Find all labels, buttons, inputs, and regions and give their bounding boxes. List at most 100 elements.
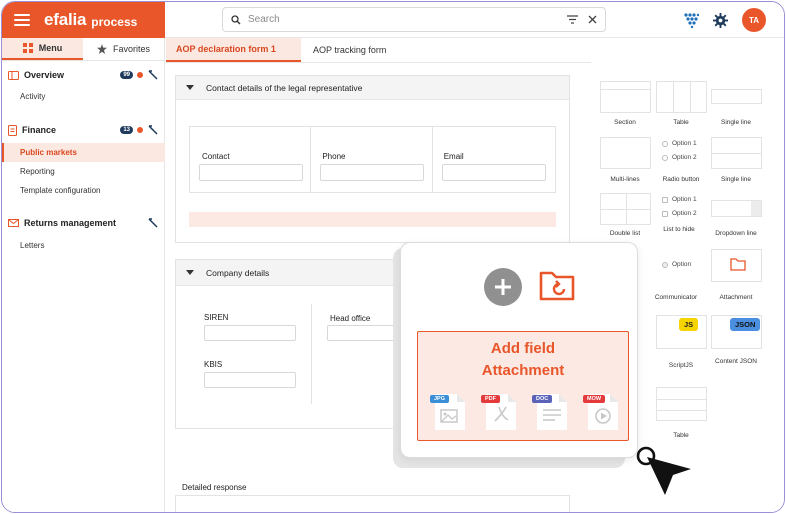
contact-fields-row: Contact Phone Email bbox=[189, 126, 556, 193]
count-badge: 13 bbox=[120, 126, 133, 134]
palette-content-json[interactable]: JSON bbox=[711, 315, 762, 349]
palette-attachment[interactable] bbox=[711, 249, 762, 282]
collapse-icon[interactable] bbox=[186, 85, 194, 90]
star-icon bbox=[96, 44, 107, 54]
brand-name: efalia bbox=[44, 10, 87, 29]
field-contact: Contact bbox=[190, 127, 312, 192]
field-label: KBIS bbox=[204, 360, 223, 369]
js-chip: JS bbox=[679, 318, 699, 331]
palette-label: Radio button bbox=[662, 176, 700, 183]
kbis-input[interactable] bbox=[204, 372, 296, 388]
palette-single-line[interactable] bbox=[711, 89, 762, 104]
field-label: Head office bbox=[330, 314, 371, 323]
palette-section[interactable] bbox=[600, 81, 651, 113]
palette-label: Table bbox=[673, 432, 689, 439]
sidebar-section-overview: Overview 99 Activity bbox=[2, 66, 165, 106]
field-phone: Phone bbox=[311, 127, 433, 192]
email-input[interactable] bbox=[441, 164, 546, 181]
palette-scriptjs[interactable]: JS bbox=[656, 315, 707, 349]
apps-icon[interactable] bbox=[683, 12, 699, 28]
palette-label: Single line bbox=[721, 119, 751, 126]
palette-dropdown-line[interactable] bbox=[711, 200, 762, 217]
palette-radio-option-1[interactable]: Option 1 bbox=[662, 140, 697, 147]
drop-title-line2: Attachment bbox=[481, 362, 565, 379]
sidebar-item-activity[interactable]: Activity bbox=[2, 87, 165, 106]
siren-input[interactable] bbox=[204, 325, 296, 341]
search-input[interactable] bbox=[248, 14, 567, 25]
panel-title: Contact details of the legal representat… bbox=[206, 82, 363, 93]
contact-input[interactable] bbox=[199, 164, 303, 181]
tab-menu-label: Menu bbox=[38, 43, 63, 53]
palette-label: Multi-lines bbox=[610, 176, 640, 183]
palette-label: List to hide bbox=[663, 226, 695, 233]
count-badge: 99 bbox=[120, 71, 133, 79]
sidebar-section-finance: Finance 13 Public markets Reporting Temp… bbox=[2, 121, 165, 200]
field-email: Email bbox=[433, 127, 555, 192]
palette-label: Single line bbox=[721, 176, 751, 183]
palette-label: Double list bbox=[609, 230, 641, 237]
detailed-response-label: Detailed response bbox=[182, 483, 247, 492]
close-icon[interactable] bbox=[588, 15, 597, 24]
overview-icon bbox=[8, 70, 19, 80]
pdf-file-icon: PDF bbox=[481, 392, 518, 432]
attachment-folder-icon[interactable] bbox=[539, 269, 575, 301]
palette-label: Section bbox=[614, 119, 636, 126]
settings-dot-icon bbox=[137, 127, 143, 133]
tab-aop-tracking-form[interactable]: AOP tracking form bbox=[301, 38, 396, 62]
file-tag: JPG bbox=[430, 395, 450, 403]
sidebar-tabs: Menu Favorites bbox=[2, 38, 164, 61]
collapse-icon[interactable] bbox=[186, 270, 194, 275]
tool-icon[interactable] bbox=[148, 218, 158, 228]
sidebar-item-public-markets[interactable]: Public markets bbox=[2, 143, 165, 162]
palette-radio-option-2[interactable]: Option 2 bbox=[662, 154, 697, 161]
palette-single-line-2[interactable] bbox=[711, 137, 762, 169]
plus-icon bbox=[495, 279, 511, 295]
folder-icon bbox=[730, 258, 746, 271]
search-bar bbox=[222, 7, 606, 32]
settings-dot-icon bbox=[137, 72, 143, 78]
palette-table[interactable] bbox=[656, 81, 707, 113]
add-button[interactable] bbox=[484, 268, 522, 306]
video-file-icon: MOW bbox=[583, 392, 620, 432]
filter-icon[interactable] bbox=[567, 15, 578, 24]
palette-table-2[interactable] bbox=[656, 387, 707, 421]
tab-aop-declaration-form[interactable]: AOP declaration form 1 bbox=[166, 38, 301, 62]
panel-header[interactable]: Contact details of the legal representat… bbox=[176, 76, 569, 100]
search-icon bbox=[231, 14, 241, 24]
doc-file-icon: DOC bbox=[532, 392, 569, 432]
sidebar-item-reporting[interactable]: Reporting bbox=[2, 162, 165, 181]
file-tag: DOC bbox=[532, 395, 553, 403]
sidebar-item-letters[interactable]: Letters bbox=[2, 236, 165, 255]
gear-icon[interactable] bbox=[713, 12, 728, 28]
sidebar-item-returns-management[interactable]: Returns management bbox=[2, 214, 165, 232]
sidebar-section-returns: Returns management Letters bbox=[2, 214, 165, 255]
tool-icon[interactable] bbox=[148, 70, 158, 80]
detailed-response-field[interactable] bbox=[175, 495, 570, 512]
sidebar-item-label: Overview bbox=[24, 70, 65, 80]
tab-favorites[interactable]: Favorites bbox=[83, 38, 164, 60]
tool-icon[interactable] bbox=[148, 125, 158, 135]
palette-check-option-2[interactable]: Option 2 bbox=[662, 210, 697, 217]
form-tabs: AOP declaration form 1 AOP tracking form bbox=[166, 38, 591, 63]
add-field-card: Add field Attachment JPG PDF DOC MOW bbox=[400, 242, 638, 458]
phone-input[interactable] bbox=[320, 164, 425, 181]
hamburger-menu-icon[interactable] bbox=[14, 14, 30, 26]
user-avatar[interactable]: TA bbox=[742, 8, 766, 32]
sidebar-item-overview[interactable]: Overview 99 bbox=[2, 66, 165, 84]
field-group-left: SIREN KBIS bbox=[192, 304, 312, 404]
palette-check-option-1[interactable]: Option 1 bbox=[662, 196, 697, 203]
palette-double-list[interactable] bbox=[600, 193, 651, 225]
tab-menu[interactable]: Menu bbox=[2, 38, 83, 60]
palette-communicator-option[interactable]: Option bbox=[662, 261, 691, 268]
palette-label: Content JSON bbox=[715, 358, 757, 365]
sidebar-item-finance[interactable]: Finance 13 bbox=[2, 121, 165, 139]
field-label: Contact bbox=[202, 152, 230, 161]
palette-multi-lines[interactable] bbox=[600, 137, 651, 169]
field-label: Email bbox=[443, 152, 464, 161]
company-fields: SIREN KBIS Head office bbox=[192, 304, 412, 404]
field-label: Phone bbox=[322, 152, 346, 161]
sidebar-item-template-configuration[interactable]: Template configuration bbox=[2, 181, 165, 200]
brand-bar: efalia process bbox=[2, 2, 165, 38]
finance-icon bbox=[8, 124, 17, 136]
attachment-drop-zone[interactable]: Add field Attachment JPG PDF DOC MOW bbox=[417, 331, 629, 441]
